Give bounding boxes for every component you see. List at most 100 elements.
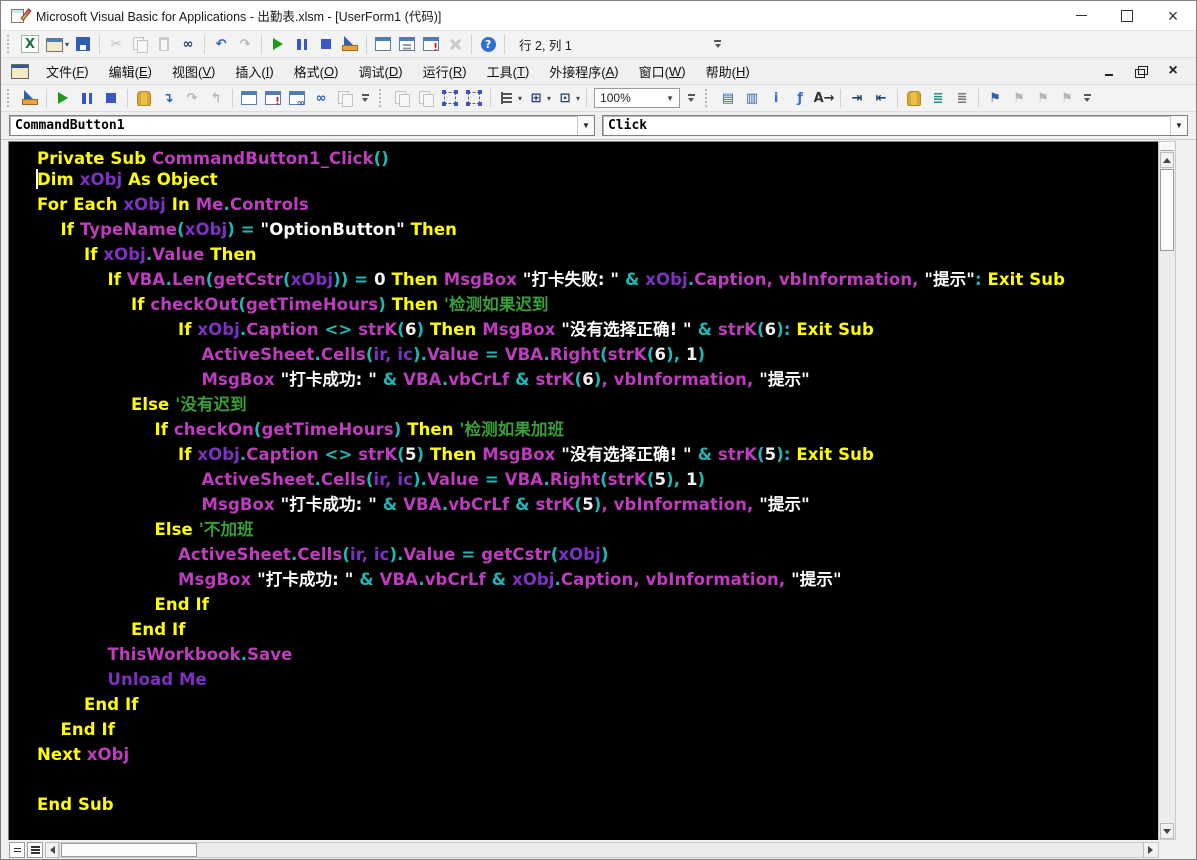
immediate-window-icon[interactable]	[262, 87, 284, 109]
code-line[interactable]: End Sub	[9, 792, 1158, 817]
object-combobox-dropdown-button[interactable]: ▼	[577, 116, 594, 135]
menu-item-view[interactable]: 视图(V)	[162, 58, 225, 84]
list-constants-icon[interactable]: ▥	[741, 87, 763, 109]
undo-icon[interactable]: ↶	[210, 33, 232, 55]
horizontal-scroll-thumb[interactable]	[61, 843, 197, 857]
code-line[interactable]: Unload Me	[9, 667, 1158, 692]
procedure-view-button[interactable]	[9, 842, 25, 858]
code-line[interactable]: MsgBox "打卡成功: " & VBA.vbCrLf & strK(5), …	[9, 492, 1158, 517]
view-microsoft-excel-icon[interactable]	[19, 33, 41, 55]
code-line[interactable]: If xObj.Caption <> strK(6) Then MsgBox "…	[9, 317, 1158, 342]
uncomment-block-icon[interactable]: ≣	[951, 87, 973, 109]
ungroup-icon[interactable]	[463, 87, 485, 109]
code-line[interactable]: ActiveSheet.Cells(ir, ic).Value = VBA.Ri…	[9, 342, 1158, 367]
code-line[interactable]: MsgBox "打卡成功: " & VBA.vbCrLf & strK(6), …	[9, 367, 1158, 392]
quick-info-icon[interactable]: i	[765, 87, 787, 109]
scroll-right-button[interactable]	[1143, 843, 1157, 857]
menu-item-edit[interactable]: 编辑(E)	[99, 58, 162, 84]
toolbar-grip[interactable]	[7, 89, 14, 107]
procedure-combobox-dropdown-button[interactable]: ▼	[1170, 116, 1187, 135]
procedure-combobox[interactable]: Click ▼	[602, 115, 1188, 136]
break-icon[interactable]	[76, 87, 98, 109]
make-same-size-icon[interactable]: ⊡	[554, 87, 576, 109]
toolbar-grip[interactable]	[7, 35, 14, 53]
code-line[interactable]: End If	[9, 617, 1158, 642]
code-line[interactable]: ActiveSheet.Cells(ir, ic).Value = VBA.Ri…	[9, 467, 1158, 492]
group-icon[interactable]	[439, 87, 461, 109]
code-line[interactable]: MsgBox "打卡成功: " & VBA.vbCrLf & xObj.Capt…	[9, 567, 1158, 592]
menu-item-window[interactable]: 窗口(W)	[629, 58, 696, 84]
scroll-down-button[interactable]	[1160, 823, 1174, 839]
chevron-down-icon[interactable]: ▼	[666, 94, 674, 103]
object-combobox[interactable]: CommandButton1 ▼	[9, 115, 595, 136]
code-line[interactable]: Dim xObj As Object	[9, 167, 1158, 192]
quick-watch-icon[interactable]: ∞	[310, 87, 332, 109]
toolbar-options-button[interactable]	[1081, 87, 1093, 109]
align-dropdown-arrow-icon[interactable]: ▾	[518, 94, 522, 103]
code-line[interactable]: If checkOut(getTimeHours) Then '检测如果迟到	[9, 292, 1158, 317]
full-module-view-button[interactable]	[27, 842, 43, 858]
menu-item-debug[interactable]: 调试(D)	[348, 58, 412, 84]
code-line[interactable]	[9, 767, 1158, 792]
toggle-breakpoint-icon[interactable]	[903, 87, 925, 109]
step-into-icon[interactable]: ↴	[157, 87, 179, 109]
toolbar-options-button[interactable]	[712, 33, 724, 55]
scroll-up-button[interactable]	[1160, 152, 1174, 168]
code-line[interactable]: Else '没有迟到	[9, 392, 1158, 417]
menu-item-tools[interactable]: 工具(T)	[477, 58, 540, 84]
code-line[interactable]: ThisWorkbook.Save	[9, 642, 1158, 667]
reset-icon[interactable]	[315, 33, 337, 55]
run-icon[interactable]	[52, 87, 74, 109]
locals-window-icon[interactable]	[238, 87, 260, 109]
find-icon[interactable]: ∞	[177, 33, 199, 55]
code-editor[interactable]: Private Sub CommandButton1_Click()Dim xO…	[8, 141, 1158, 840]
align-icon[interactable]	[496, 87, 518, 109]
code-line[interactable]: Private Sub CommandButton1_Click()	[9, 142, 1158, 167]
toggle-bookmark-icon[interactable]: ⚑	[984, 87, 1006, 109]
code-line[interactable]: End If	[9, 692, 1158, 717]
toolbar-grip[interactable]	[705, 89, 712, 107]
child-minimize-button[interactable]	[1100, 63, 1118, 79]
comment-block-icon[interactable]: ≣	[927, 87, 949, 109]
menu-item-addins[interactable]: 外接程序(A)	[539, 58, 628, 84]
reset-icon[interactable]	[100, 87, 122, 109]
split-box[interactable]	[1160, 142, 1174, 151]
design-mode-icon[interactable]	[339, 33, 361, 55]
insert-userform-dropdown-arrow-icon[interactable]: ▾	[65, 40, 69, 49]
center-icon[interactable]: ⊞	[525, 87, 547, 109]
menu-item-run[interactable]: 运行(R)	[413, 58, 477, 84]
child-restore-button[interactable]	[1132, 63, 1150, 79]
vertical-scrollbar[interactable]	[1158, 141, 1176, 840]
code-line[interactable]: If xObj.Value Then	[9, 242, 1158, 267]
outdent-icon[interactable]: ⇤	[870, 87, 892, 109]
save-icon[interactable]	[72, 33, 94, 55]
minimize-button[interactable]	[1058, 1, 1104, 30]
menu-item-insert[interactable]: 插入(I)	[225, 58, 283, 84]
maximize-button[interactable]	[1104, 1, 1150, 30]
code-line[interactable]: ActiveSheet.Cells(ir, ic).Value = getCst…	[9, 542, 1158, 567]
complete-word-icon[interactable]: A→	[813, 87, 835, 109]
parameter-info-icon[interactable]: ƒ	[789, 87, 811, 109]
child-close-button[interactable]	[1164, 63, 1182, 79]
toolbar-options-button[interactable]	[359, 87, 371, 109]
insert-userform-icon[interactable]	[43, 33, 65, 55]
help-icon[interactable]	[477, 33, 499, 55]
indent-icon[interactable]: ⇥	[846, 87, 868, 109]
menu-item-format[interactable]: 格式(O)	[284, 58, 349, 84]
horizontal-scrollbar[interactable]	[59, 842, 1159, 858]
toolbar-grip[interactable]	[379, 89, 386, 107]
break-icon[interactable]	[291, 33, 313, 55]
menu-item-file[interactable]: 文件(F)	[36, 58, 99, 84]
code-line[interactable]: End If	[9, 717, 1158, 742]
list-properties-icon[interactable]: ▤	[717, 87, 739, 109]
code-line[interactable]: Else '不加班	[9, 517, 1158, 542]
toggle-breakpoint-icon[interactable]	[133, 87, 155, 109]
code-line[interactable]: For Each xObj In Me.Controls	[9, 192, 1158, 217]
code-line[interactable]: End If	[9, 592, 1158, 617]
toolbar-options-button[interactable]	[685, 87, 697, 109]
code-line[interactable]: If TypeName(xObj) = "OptionButton" Then	[9, 217, 1158, 242]
project-explorer-icon[interactable]	[372, 33, 394, 55]
run-icon[interactable]	[267, 33, 289, 55]
watch-window-icon[interactable]	[286, 87, 308, 109]
code-line[interactable]: If xObj.Caption <> strK(5) Then MsgBox "…	[9, 442, 1158, 467]
